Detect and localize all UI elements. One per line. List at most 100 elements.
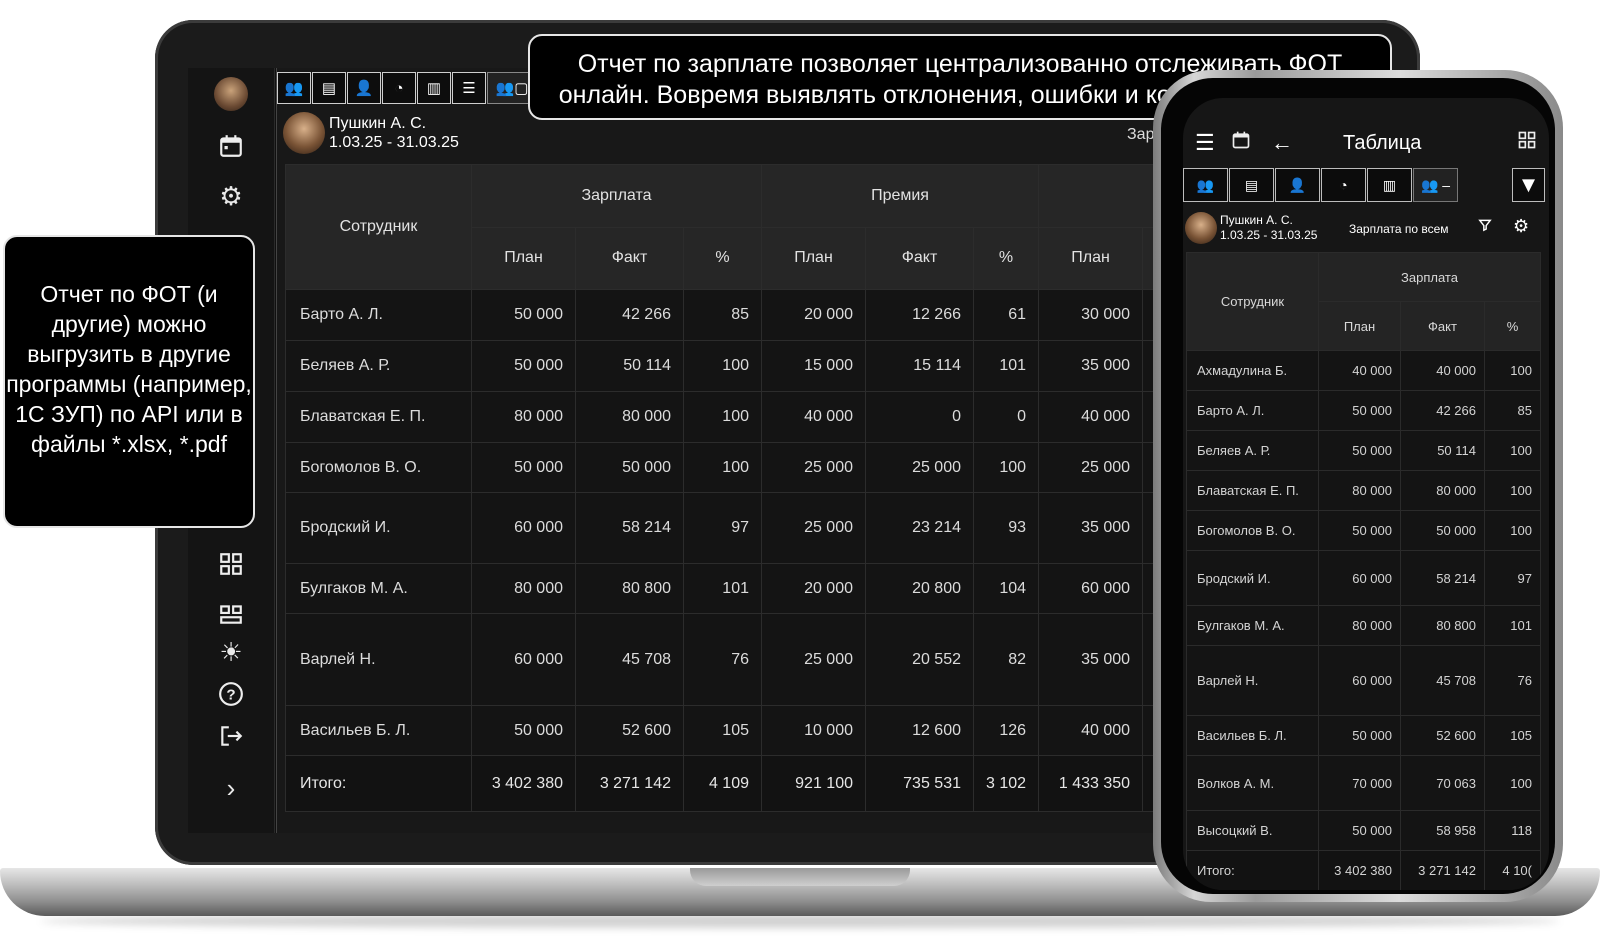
col-salary-pct[interactable]: % <box>1484 301 1541 351</box>
table-row[interactable]: Ахмадулина Б. 40 000 40 000 100 <box>1186 350 1541 391</box>
table-cell: 12 600 <box>865 705 974 756</box>
table-cell: 100 <box>1484 430 1541 471</box>
table-cell: 80 000 <box>575 391 684 443</box>
tab-pie[interactable]: ◔ <box>382 72 416 104</box>
table-row[interactable]: Бродский И. 60 000 58 214 97 25 000 23 214 93 3… <box>285 492 1184 564</box>
tab-bar-chart[interactable]: ▥ <box>417 72 451 104</box>
table-row[interactable]: Бродский И. 60 000 58 214 97 <box>1186 550 1541 606</box>
table-cell: 61 <box>972 289 1040 341</box>
table-row[interactable]: Булгаков М. А. 80 000 80 800 101 <box>1186 605 1541 646</box>
table-row[interactable]: Волков А. М. 70 000 70 063 100 <box>1186 755 1541 811</box>
table-cell: 70 063 <box>1400 755 1485 811</box>
chevron-right-icon[interactable]: › <box>188 768 274 808</box>
dropdown-triangle-icon[interactable]: ▼ <box>1512 168 1545 202</box>
table-cell: 42 266 <box>1400 390 1485 431</box>
tab-table[interactable]: ▤ <box>312 72 346 104</box>
table-cell: 105 <box>683 705 762 756</box>
report-period[interactable]: 1.03.25 - 31.03.25 <box>329 133 459 152</box>
col-salary-fact[interactable]: Факт <box>1400 301 1485 351</box>
table-cell: 25 000 <box>761 613 866 706</box>
help-icon[interactable]: ? <box>188 674 274 714</box>
table-row[interactable]: Богомолов В. О. 50 000 50 000 100 <box>1186 510 1541 551</box>
calendar-icon[interactable] <box>1231 130 1251 156</box>
col-next-plan[interactable]: План <box>1038 226 1144 290</box>
col-salary-plan[interactable]: План <box>1318 301 1401 351</box>
table-cell: 100 <box>972 442 1040 493</box>
table-cell: 25 000 <box>761 442 866 493</box>
table-row[interactable]: Варлей Н. 60 000 45 708 76 <box>1186 645 1541 716</box>
table-cell: 40 000 <box>1038 391 1144 443</box>
col-bonus-pct[interactable]: % <box>972 226 1040 290</box>
back-arrow-icon[interactable]: ← <box>1271 130 1293 156</box>
total-cell: 3 402 380 <box>471 755 576 812</box>
col-salary-fact[interactable]: Факт <box>575 226 684 290</box>
table-row[interactable]: Васильев Б. Л. 50 000 52 600 105 10 000 12 60… <box>285 705 1184 756</box>
table-cell: 97 <box>1484 550 1541 606</box>
gear-icon[interactable]: ⚙ <box>1513 216 1529 237</box>
dashboard-icon[interactable] <box>188 594 274 634</box>
col-salary-pct[interactable]: % <box>683 226 762 290</box>
tab-employees[interactable]: 👥 <box>1183 168 1228 202</box>
tab-pie[interactable]: ◔ <box>1321 168 1366 202</box>
group-salary: Зарплата <box>1318 252 1541 302</box>
col-employee[interactable]: Сотрудник <box>285 164 472 290</box>
grid-icon[interactable] <box>188 544 274 584</box>
employee-name: Васильев Б. Л. <box>285 705 472 756</box>
table-cell: 20 000 <box>761 563 866 614</box>
report-selector[interactable]: Зарплата по всем <box>1349 222 1449 236</box>
table-cell: 50 114 <box>575 340 684 392</box>
table-cell: 50 000 <box>471 705 576 756</box>
table-row[interactable]: Высоцкий В. 50 000 58 958 118 <box>1186 810 1541 851</box>
table-row[interactable]: Барто А. Л. 50 000 42 266 85 <box>1186 390 1541 431</box>
table-cell: 80 000 <box>471 391 576 443</box>
menu-icon[interactable]: ☰ <box>1195 130 1215 156</box>
sidebar-avatar[interactable] <box>188 74 274 114</box>
tab-person[interactable]: 👤 <box>347 72 381 104</box>
employee-name: Васильев Б. Л. <box>1186 715 1319 756</box>
report-period[interactable]: 1.03.25 - 31.03.25 <box>1220 228 1317 243</box>
table-cell: 23 214 <box>865 492 974 564</box>
table-row[interactable]: Блаватская Е. П. 80 000 80 000 100 <box>1186 470 1541 511</box>
logout-icon[interactable] <box>188 716 274 756</box>
payroll-table: Сотрудник Зарплата Премия План Факт % Пл… <box>285 164 1184 812</box>
table-row[interactable]: Блаватская Е. П. 80 000 80 000 100 40 000 0 0 4… <box>285 391 1184 443</box>
table-cell: 52 600 <box>575 705 684 756</box>
table-cell: 93 <box>972 492 1040 564</box>
calendar-icon[interactable] <box>188 126 274 166</box>
table-row[interactable]: Богомолов В. О. 50 000 50 000 100 25 000 25 0… <box>285 442 1184 493</box>
col-employee[interactable]: Сотрудник <box>1186 252 1319 351</box>
tab-employees[interactable]: 👥 <box>277 72 311 104</box>
report-selector[interactable]: Зар <box>1127 126 1154 144</box>
tab-group-active[interactable]: 👥 – <box>1413 168 1458 202</box>
table-cell: 100 <box>683 391 762 443</box>
tab-table[interactable]: ▤ <box>1229 168 1274 202</box>
filter-icon[interactable] <box>1478 218 1492 236</box>
col-bonus-plan[interactable]: План <box>761 226 866 290</box>
table-row[interactable]: Барто А. Л. 50 000 42 266 85 20 000 12 266 61 3… <box>285 289 1184 341</box>
table-row[interactable]: Беляев А. Р. 50 000 50 114 100 15 000 15 114 1… <box>285 340 1184 392</box>
table-row[interactable]: Варлей Н. 60 000 45 708 76 25 000 20 552 82 35 … <box>285 613 1184 706</box>
gear-icon[interactable]: ⚙ <box>188 176 274 216</box>
total-cell: 921 100 <box>761 755 866 812</box>
brightness-icon[interactable]: ☀ <box>188 632 274 672</box>
table-cell: 35 000 <box>1038 492 1144 564</box>
table-cell: 42 266 <box>575 289 684 341</box>
col-salary-plan[interactable]: План <box>471 226 576 290</box>
table-row[interactable]: Булгаков М. А. 80 000 80 800 101 20 000 20 80… <box>285 563 1184 614</box>
grid-icon[interactable] <box>1517 130 1537 156</box>
table-row[interactable]: Беляев А. Р. 50 000 50 114 100 <box>1186 430 1541 471</box>
report-content: 👥 ▤ 👤 ◔ ▥ ☰ 👥▢ Пушкин А. С. 1.03.25 - 31… <box>276 68 1188 833</box>
table-cell: 97 <box>683 492 762 564</box>
table-cell: 100 <box>683 442 762 493</box>
avatar <box>214 77 248 111</box>
col-bonus-fact[interactable]: Факт <box>865 226 974 290</box>
table-cell: 50 000 <box>575 442 684 493</box>
table-cell: 126 <box>972 705 1040 756</box>
tab-person[interactable]: 👤 <box>1275 168 1320 202</box>
tab-list[interactable]: ☰ <box>452 72 486 104</box>
table-row[interactable]: Васильев Б. Л. 50 000 52 600 105 <box>1186 715 1541 756</box>
tab-bar-chart[interactable]: ▥ <box>1367 168 1412 202</box>
employee-name: Богомолов В. О. <box>285 442 472 493</box>
table-cell: 15 114 <box>865 340 974 392</box>
table-cell: 50 000 <box>1318 715 1401 756</box>
